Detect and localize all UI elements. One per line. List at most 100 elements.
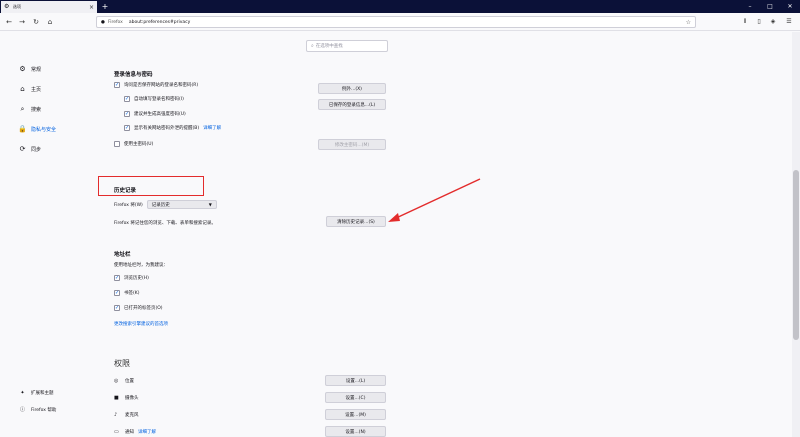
sidebar-item-privacy[interactable]: 🔒 隐私与安全 [18,125,56,133]
sidebar-item-general[interactable]: ⚙ 常规 [18,65,41,73]
history-description-text: Firefox 将记住您的浏览、下载、表单和搜索记录。 [114,221,216,226]
url-bar[interactable]: ● Firefox about:preferences#privacy ☆ [96,16,696,28]
extension-icon[interactable]: ◈ [768,16,778,28]
sidebar-item-sync[interactable]: ⟳ 同步 [18,145,41,153]
camera-settings-button[interactable]: 设置...(C) [325,392,386,403]
search-suggestions-link[interactable]: 更改搜索引擎建议的首选项 [114,321,168,327]
home-icon[interactable]: ⌂ [44,16,56,28]
gear-icon: ⚙ [19,65,26,73]
location-settings-button[interactable]: 设置...(L) [325,375,386,386]
menu-icon[interactable]: ☰ [784,16,794,28]
new-tab-button[interactable]: + [100,1,110,12]
breach-row[interactable]: ✓ 显示有关网站密码外泄的提醒(B) 详细了解 [124,125,221,131]
history-description: Firefox 将记住您的浏览、下载、表单和搜索记录。 [114,220,216,226]
puzzle-icon: ✦ [20,390,25,396]
master-password-checkbox[interactable] [114,141,120,147]
search-suggestions-link-row: 更改搜索引擎建议的首选项 [114,321,168,327]
suggest-checkbox[interactable]: ✓ [124,111,130,117]
microphone-icon: ♪ [114,412,118,418]
reload-icon[interactable]: ↻ [30,16,42,28]
help-icon: ⓘ [19,407,25,413]
sidebar-icon[interactable]: ▯ [754,16,764,28]
forward-icon[interactable]: → [16,16,28,28]
breach-label: 显示有关网站密码外泄的提醒(B) [134,126,200,131]
permission-label: 麦克风 [125,413,139,418]
ask-save-checkbox[interactable]: ✓ [114,82,120,88]
tab-preferences[interactable]: ⚙ 选项 × [1,1,97,13]
ask-save-row[interactable]: ✓ 询问是否保存网站的登录名和密码(R) [114,82,198,88]
gear-icon: ⚙ [4,3,10,10]
clear-history-button[interactable]: 清除历史记录...(S) [326,216,386,227]
history-highlight-box [98,176,204,196]
page-scrollbar[interactable] [792,32,800,437]
logins-heading: 登录信息与密码 [114,72,153,78]
url-text: about:preferences#privacy [128,19,191,25]
search-icon: ⌕ [20,105,25,113]
library-icon[interactable]: ⫴ [740,16,750,28]
ask-save-label: 询问是否保存网站的登录名和密码(R) [124,83,199,88]
lock-icon: 🔒 [18,125,27,133]
permission-camera-row: ■ 摄像头 [114,395,139,401]
master-password-row[interactable]: 使用主密码(U) [114,141,153,147]
tab-title: 选项 [13,4,21,9]
permission-location-row: ◎ 位置 [114,378,134,384]
sync-icon: ⟳ [19,145,26,153]
bookmark-star-icon[interactable]: ☆ [686,19,691,26]
sidebar-item-addons[interactable]: ✦ 扩展和主题 [18,390,53,396]
history-mode-label: Firefox 将(W) [114,202,143,208]
autofill-row[interactable]: ✓ 自动填写登录名和密码(I) [124,96,184,102]
suggest-tabs-label: 已打开的标签页(O) [124,306,163,311]
permissions-heading: 权限 [114,359,130,368]
suggest-history-label: 浏览历史(H) [124,276,149,281]
autofill-checkbox[interactable]: ✓ [124,96,130,102]
red-arrow-annotation [388,178,481,222]
sidebar-item-home[interactable]: ⌂ 主页 [18,85,41,93]
preferences-search-input[interactable]: ⌕ 在选项中查找 [306,40,388,52]
autofill-label: 自动填写登录名和密码(I) [134,97,184,102]
saved-logins-button[interactable]: 已保存的登录信息...(L) [318,99,386,110]
location-icon: ◎ [114,378,119,384]
sidebar-item-search[interactable]: ⌕ 搜索 [18,105,41,114]
sidebar-item-label: 搜索 [31,107,42,113]
addressbar-heading: 地址栏 [114,252,131,258]
suggest-history-row[interactable]: ✓ 浏览历史(H) [114,275,149,281]
scrollbar-thumb[interactable] [793,170,799,340]
close-tab-icon[interactable]: × [89,4,94,11]
preferences-page: ⌕ 在选项中查找 ⚙ 常规 ⌂ 主页 ⌕ 搜索 🔒 隐私与安全 ⟳ 同步 ✦ 扩… [0,32,792,437]
notification-icon: ▭ [114,429,119,435]
master-password-label: 使用主密码(U) [124,142,154,147]
change-master-password-button[interactable]: 修改主密码...(M) [318,139,386,150]
addressbar-description: 使用地址栏时，为我建议： [114,262,168,268]
exceptions-button[interactable]: 例外...(X) [318,83,386,94]
breach-checkbox[interactable]: ✓ [124,125,130,131]
suggest-row[interactable]: ✓ 建议并生成高强度密码(U) [124,111,186,117]
tab-bar: ⚙ 选项 × + – □ ✕ [0,0,800,13]
notification-learn-more-link[interactable]: 详细了解 [138,429,156,435]
history-mode-value: 记录历史 [151,202,170,208]
suggest-bookmarks-checkbox[interactable]: ✓ [114,290,120,296]
suggest-tabs-row[interactable]: ✓ 已打开的标签页(O) [114,305,163,311]
suggest-tabs-checkbox[interactable]: ✓ [114,305,120,311]
permission-label: 通知 [125,430,134,435]
back-icon[interactable]: ← [3,16,15,28]
sidebar-item-label: 主页 [31,86,42,93]
sidebar-item-label: 同步 [31,146,42,153]
history-mode-select[interactable]: 记录历史 ▼ [146,200,217,209]
minimize-button[interactable]: – [740,0,760,13]
permission-label: 摄像头 [125,396,139,401]
suggest-bookmarks-row[interactable]: ✓ 书签(K) [114,290,139,296]
sidebar-item-label: 隐私与安全 [31,126,57,133]
sidebar-item-label: 常规 [31,66,42,73]
notification-settings-button[interactable]: 设置...(N) [325,426,386,437]
maximize-button[interactable]: □ [760,0,780,13]
chevron-down-icon: ▼ [208,202,212,207]
addressbar-description-text: 使用地址栏时，为我建议： [114,263,168,268]
microphone-settings-button[interactable]: 设置...(M) [325,409,386,420]
sidebar-item-help[interactable]: ⓘ Firefox 帮助 [18,406,56,413]
learn-more-link[interactable]: 详细了解 [203,125,221,131]
home-icon: ⌂ [20,85,25,93]
sidebar-item-label: Firefox 帮助 [31,407,57,413]
suggest-bookmarks-label: 书签(K) [124,291,140,296]
close-window-button[interactable]: ✕ [780,0,800,13]
suggest-history-checkbox[interactable]: ✓ [114,275,120,281]
